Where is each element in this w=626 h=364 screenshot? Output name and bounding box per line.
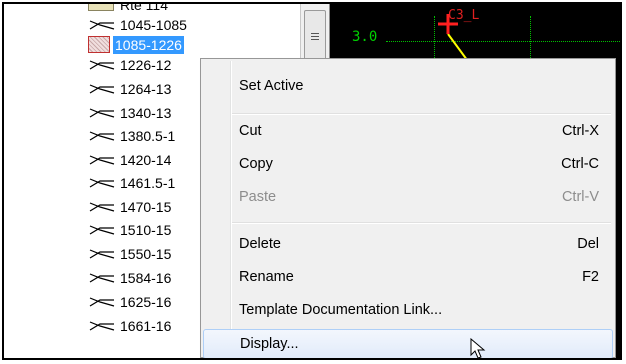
menu-item-display[interactable]: Display...	[203, 329, 613, 358]
tree-item[interactable]: 1226-12	[88, 55, 173, 74]
cross-section-icon	[89, 320, 115, 331]
cross-section-icon	[89, 154, 115, 165]
tree-item[interactable]: 1045-1085	[88, 15, 189, 34]
tree-item-label: 1661-16	[120, 317, 172, 334]
cross-section-icon	[89, 272, 115, 283]
tree-item-label: 1510-15	[120, 221, 172, 238]
menu-separator	[232, 222, 611, 224]
menu-item-shortcut: Ctrl-V	[561, 189, 599, 205]
tree-item[interactable]: 1264-13	[88, 79, 173, 98]
scrollbar-thumb[interactable]	[304, 10, 326, 62]
tree-item-label: 1380.5-1	[120, 127, 176, 144]
menu-item-shortcut: Ctrl-X	[561, 123, 599, 139]
cross-section-icon	[89, 177, 115, 188]
menu-item-rename[interactable]: Rename F2	[203, 262, 613, 292]
hatched-cross-section-icon	[88, 36, 110, 53]
cross-section-icon	[89, 107, 115, 118]
menu-item-label: Display...	[240, 336, 299, 352]
cross-section-icon	[89, 130, 115, 141]
tree-item-label: 1461.5-1	[120, 174, 176, 191]
tree-item[interactable]: 1470-15	[88, 197, 173, 216]
menu-item-label: Cut	[239, 123, 262, 139]
menu-item-shortcut: F2	[582, 269, 599, 285]
menu-item-paste: Paste Ctrl-V	[203, 182, 613, 212]
menu-separator	[232, 113, 611, 115]
tree-item-label: 1085-1226	[112, 34, 185, 55]
point-marker[interactable]	[330, 4, 622, 64]
tree-item[interactable]: 1510-15	[88, 220, 173, 239]
cross-section-icon	[89, 19, 115, 30]
cross-section-icon	[89, 59, 115, 70]
tree-item[interactable]: 1584-16	[88, 268, 173, 287]
tree-item-label: 1264-13	[120, 80, 172, 97]
tree-item[interactable]: 1380.5-1	[88, 126, 177, 145]
tree-item-label: 1470-15	[120, 198, 172, 215]
mouse-cursor-icon	[470, 338, 486, 358]
tree-item-label: 1420-14	[120, 151, 172, 168]
tree-item[interactable]: Rte 114	[88, 2, 170, 14]
menu-item-template-documentation-link[interactable]: Template Documentation Link...	[203, 295, 613, 325]
menu-item-label: Set Active	[239, 78, 304, 94]
menu-item-delete[interactable]: Delete Del	[203, 229, 613, 259]
menu-item-label: Template Documentation Link...	[239, 302, 443, 318]
menu-item-label: Rename	[239, 269, 294, 285]
cross-section-icon	[89, 296, 115, 307]
folder-icon	[88, 4, 114, 11]
tree-item[interactable]: 1550-15	[88, 244, 173, 263]
tree-item-label: 1340-13	[120, 104, 172, 121]
tree-item-label: 1550-15	[120, 245, 172, 262]
menu-item-label: Delete	[239, 236, 281, 252]
tree-item-label: Rte 114	[120, 2, 168, 13]
menu-item-label: Paste	[239, 189, 277, 205]
cross-section-icon	[89, 83, 115, 94]
tree-item-label: 1226-12	[120, 56, 172, 73]
window-frame: Rte 114 1045-1085 1085-1226 1226-12 1264…	[2, 2, 622, 360]
tree-item-label: 1625-16	[120, 293, 172, 310]
tree-item[interactable]: 1461.5-1	[88, 173, 177, 192]
menu-item-shortcut: Del	[577, 236, 599, 252]
cross-section-icon	[89, 248, 115, 259]
tree-item[interactable]: 1340-13	[88, 103, 173, 122]
menu-item-cut[interactable]: Cut Ctrl-X	[203, 116, 613, 146]
tree-item-label: 1045-1085	[120, 16, 187, 33]
tree-item[interactable]: 1625-16	[88, 292, 173, 311]
menu-item-shortcut: Ctrl-C	[561, 156, 599, 172]
tree-item-label: 1584-16	[120, 269, 172, 286]
cross-section-icon	[89, 224, 115, 235]
tree-item-selected[interactable]: 1085-1226	[88, 34, 185, 55]
cross-section-icon	[89, 201, 115, 212]
tree-item[interactable]: 1661-16	[88, 316, 173, 335]
menu-item-set-active[interactable]: Set Active	[203, 71, 613, 101]
menu-item-label: Copy	[239, 156, 273, 172]
context-menu: Set Active Cut Ctrl-X Copy Ctrl-C Paste …	[200, 58, 616, 358]
tree-item[interactable]: 1420-14	[88, 150, 173, 169]
menu-item-copy[interactable]: Copy Ctrl-C	[203, 149, 613, 179]
